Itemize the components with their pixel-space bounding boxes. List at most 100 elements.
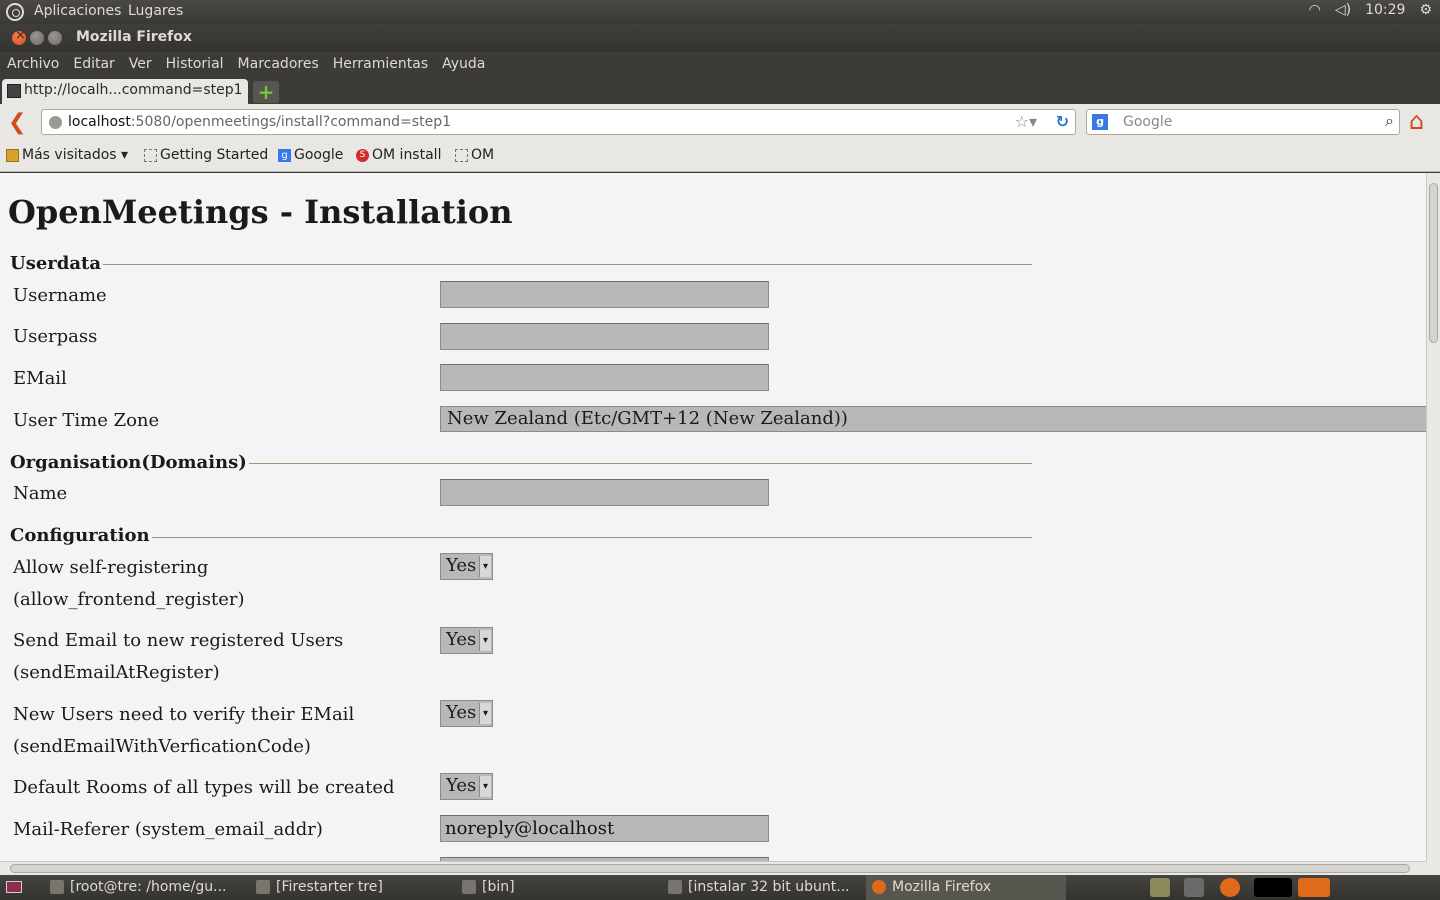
username-input[interactable]: [440, 281, 769, 308]
org-name-label: Name: [13, 483, 68, 504]
url-path: :5080/openmeetings/install?command=step1: [130, 114, 451, 130]
top-panel: Aplicaciones Lugares ◠ ◁) 10:29 ⚙: [0, 0, 1440, 24]
section-organisation: Organisation(Domains): [10, 452, 249, 473]
page-content: OpenMeetings - Installation Userdata Use…: [0, 173, 1426, 861]
default-rooms-value: Yes: [446, 775, 477, 796]
minimize-window-button[interactable]: [30, 31, 44, 45]
menu-historial[interactable]: Historial: [159, 52, 231, 78]
menu-bar: Archivo Editar Ver Historial Marcadores …: [0, 52, 1440, 78]
default-rooms-select[interactable]: Yes ▾: [440, 773, 493, 800]
new-tab-button[interactable]: +: [253, 81, 279, 103]
firefox-tray-icon[interactable]: [1220, 878, 1240, 897]
menu-herramientas[interactable]: Herramientas: [326, 52, 435, 78]
verify-email-select[interactable]: Yes ▾: [440, 700, 493, 727]
menu-ver[interactable]: Ver: [122, 52, 159, 78]
maximize-window-button[interactable]: [48, 31, 62, 45]
tab-title: http://localh...command=step1: [24, 82, 243, 98]
files-tray-icon[interactable]: [1150, 878, 1170, 897]
reload-icon[interactable]: ↻: [1056, 112, 1069, 131]
close-window-button[interactable]: [12, 28, 26, 45]
applications-menu[interactable]: Aplicaciones: [34, 3, 121, 19]
page-title: OpenMeetings - Installation: [8, 193, 513, 231]
bookmark-star-icon[interactable]: ☆▾: [1015, 112, 1037, 131]
email-input[interactable]: [440, 364, 769, 391]
section-configuration: Configuration: [10, 525, 152, 546]
org-name-input[interactable]: [440, 479, 769, 506]
search-bar[interactable]: g Google ⌕: [1086, 109, 1400, 135]
page-icon: [144, 148, 157, 162]
system-tray: ◠ ◁) 10:29 ⚙: [1309, 2, 1432, 18]
home-icon[interactable]: ⌂: [1409, 109, 1435, 135]
om-icon: S: [356, 148, 369, 162]
bookmark-om[interactable]: OM: [455, 147, 494, 163]
task-label: [Firestarter tre]: [276, 879, 383, 895]
verify-email-label: New Users need to verify their EMail (se…: [13, 699, 354, 763]
bookmark-getting-started[interactable]: Getting Started: [144, 147, 268, 163]
self-register-select[interactable]: Yes ▾: [440, 553, 493, 580]
show-desktop-icon[interactable]: [6, 881, 22, 893]
menu-marcadores[interactable]: Marcadores: [231, 52, 326, 78]
verify-email-text: New Users need to verify their EMail: [13, 704, 355, 725]
self-register-label: Allow self-registering (allow_frontend_r…: [13, 552, 245, 616]
page-icon: [455, 148, 468, 162]
dropdown-arrow-icon: ▾: [479, 556, 491, 577]
task-terminal[interactable]: [root@tre: /home/gu...: [44, 875, 244, 900]
vertical-scroll-thumb[interactable]: [1429, 183, 1438, 343]
default-rooms-label: Default Rooms of all types will be creat…: [13, 777, 395, 798]
send-email-select[interactable]: Yes ▾: [440, 627, 493, 654]
task-firestarter[interactable]: [Firestarter tre]: [250, 875, 450, 900]
google-icon: g: [278, 148, 291, 162]
task-label: [root@tre: /home/gu...: [70, 879, 227, 895]
verify-email-key: (sendEmailWithVerficationCode): [13, 736, 311, 757]
gear-icon[interactable]: ⚙: [1419, 2, 1432, 18]
send-email-value: Yes: [446, 629, 477, 650]
dropdown-arrow-icon: ▾: [479, 703, 491, 724]
folder-icon: [6, 148, 19, 162]
window-title-bar[interactable]: Mozilla Firefox: [0, 24, 1440, 52]
send-email-label: Send Email to new registered Users (send…: [13, 625, 343, 689]
horizontal-scrollbar[interactable]: [0, 861, 1426, 875]
bookmark-most-visited[interactable]: Más visitados ▾: [6, 147, 128, 163]
vertical-scrollbar[interactable]: [1426, 173, 1440, 861]
bookmark-label: OM: [471, 147, 495, 163]
userpass-input[interactable]: [440, 323, 769, 350]
google-engine-icon[interactable]: g: [1092, 114, 1108, 130]
system-monitor-icon[interactable]: [1254, 878, 1292, 897]
self-register-key: (allow_frontend_register): [13, 589, 245, 610]
bookmark-label: Getting Started: [160, 147, 269, 163]
horizontal-scroll-thumb[interactable]: [10, 864, 1410, 873]
tab-install[interactable]: http://localh...command=step1: [2, 79, 248, 104]
bookmarks-bar: Más visitados ▾ Getting Started g Google…: [0, 140, 1440, 172]
window-title: Mozilla Firefox: [76, 29, 192, 45]
firefox-workspace-icon[interactable]: [1298, 878, 1330, 897]
task-document[interactable]: [instalar 32 bit ubunt...: [662, 875, 862, 900]
bookmark-om-install[interactable]: S OM install: [356, 147, 441, 163]
email-label: EMail: [13, 368, 67, 389]
verify-email-value: Yes: [446, 702, 477, 723]
firestarter-icon: [256, 880, 270, 894]
wifi-icon[interactable]: ◠: [1309, 2, 1321, 18]
site-identity-icon[interactable]: [49, 116, 62, 129]
url-bar[interactable]: localhost:5080/openmeetings/install?comm…: [41, 109, 1076, 135]
tab-strip: http://localh...command=step1 +: [0, 78, 1440, 104]
userpass-label: Userpass: [13, 326, 98, 347]
volume-icon[interactable]: ◁): [1335, 2, 1351, 18]
ubuntu-logo-icon[interactable]: [6, 3, 24, 21]
menu-editar[interactable]: Editar: [66, 52, 121, 78]
clock[interactable]: 10:29: [1365, 2, 1405, 18]
back-button[interactable]: ❮: [8, 110, 26, 135]
places-menu[interactable]: Lugares: [128, 3, 183, 19]
timezone-select[interactable]: New Zealand (Etc/GMT+12 (New Zealand)): [440, 406, 1426, 432]
fieldset-divider: [10, 537, 1032, 538]
task-bin-folder[interactable]: [bin]: [456, 875, 656, 900]
feather-tray-icon[interactable]: [1184, 878, 1204, 897]
search-icon[interactable]: ⌕: [1385, 111, 1394, 131]
menu-archivo[interactable]: Archivo: [0, 52, 66, 78]
firefox-icon: [872, 880, 886, 894]
mail-referer-label: Mail-Referer (system_email_addr): [13, 819, 323, 840]
task-firefox[interactable]: Mozilla Firefox: [866, 875, 1066, 900]
mail-referer-input[interactable]: [440, 815, 769, 842]
menu-ayuda[interactable]: Ayuda: [435, 52, 492, 78]
bookmark-google[interactable]: g Google: [278, 147, 343, 163]
self-register-value: Yes: [446, 555, 477, 576]
